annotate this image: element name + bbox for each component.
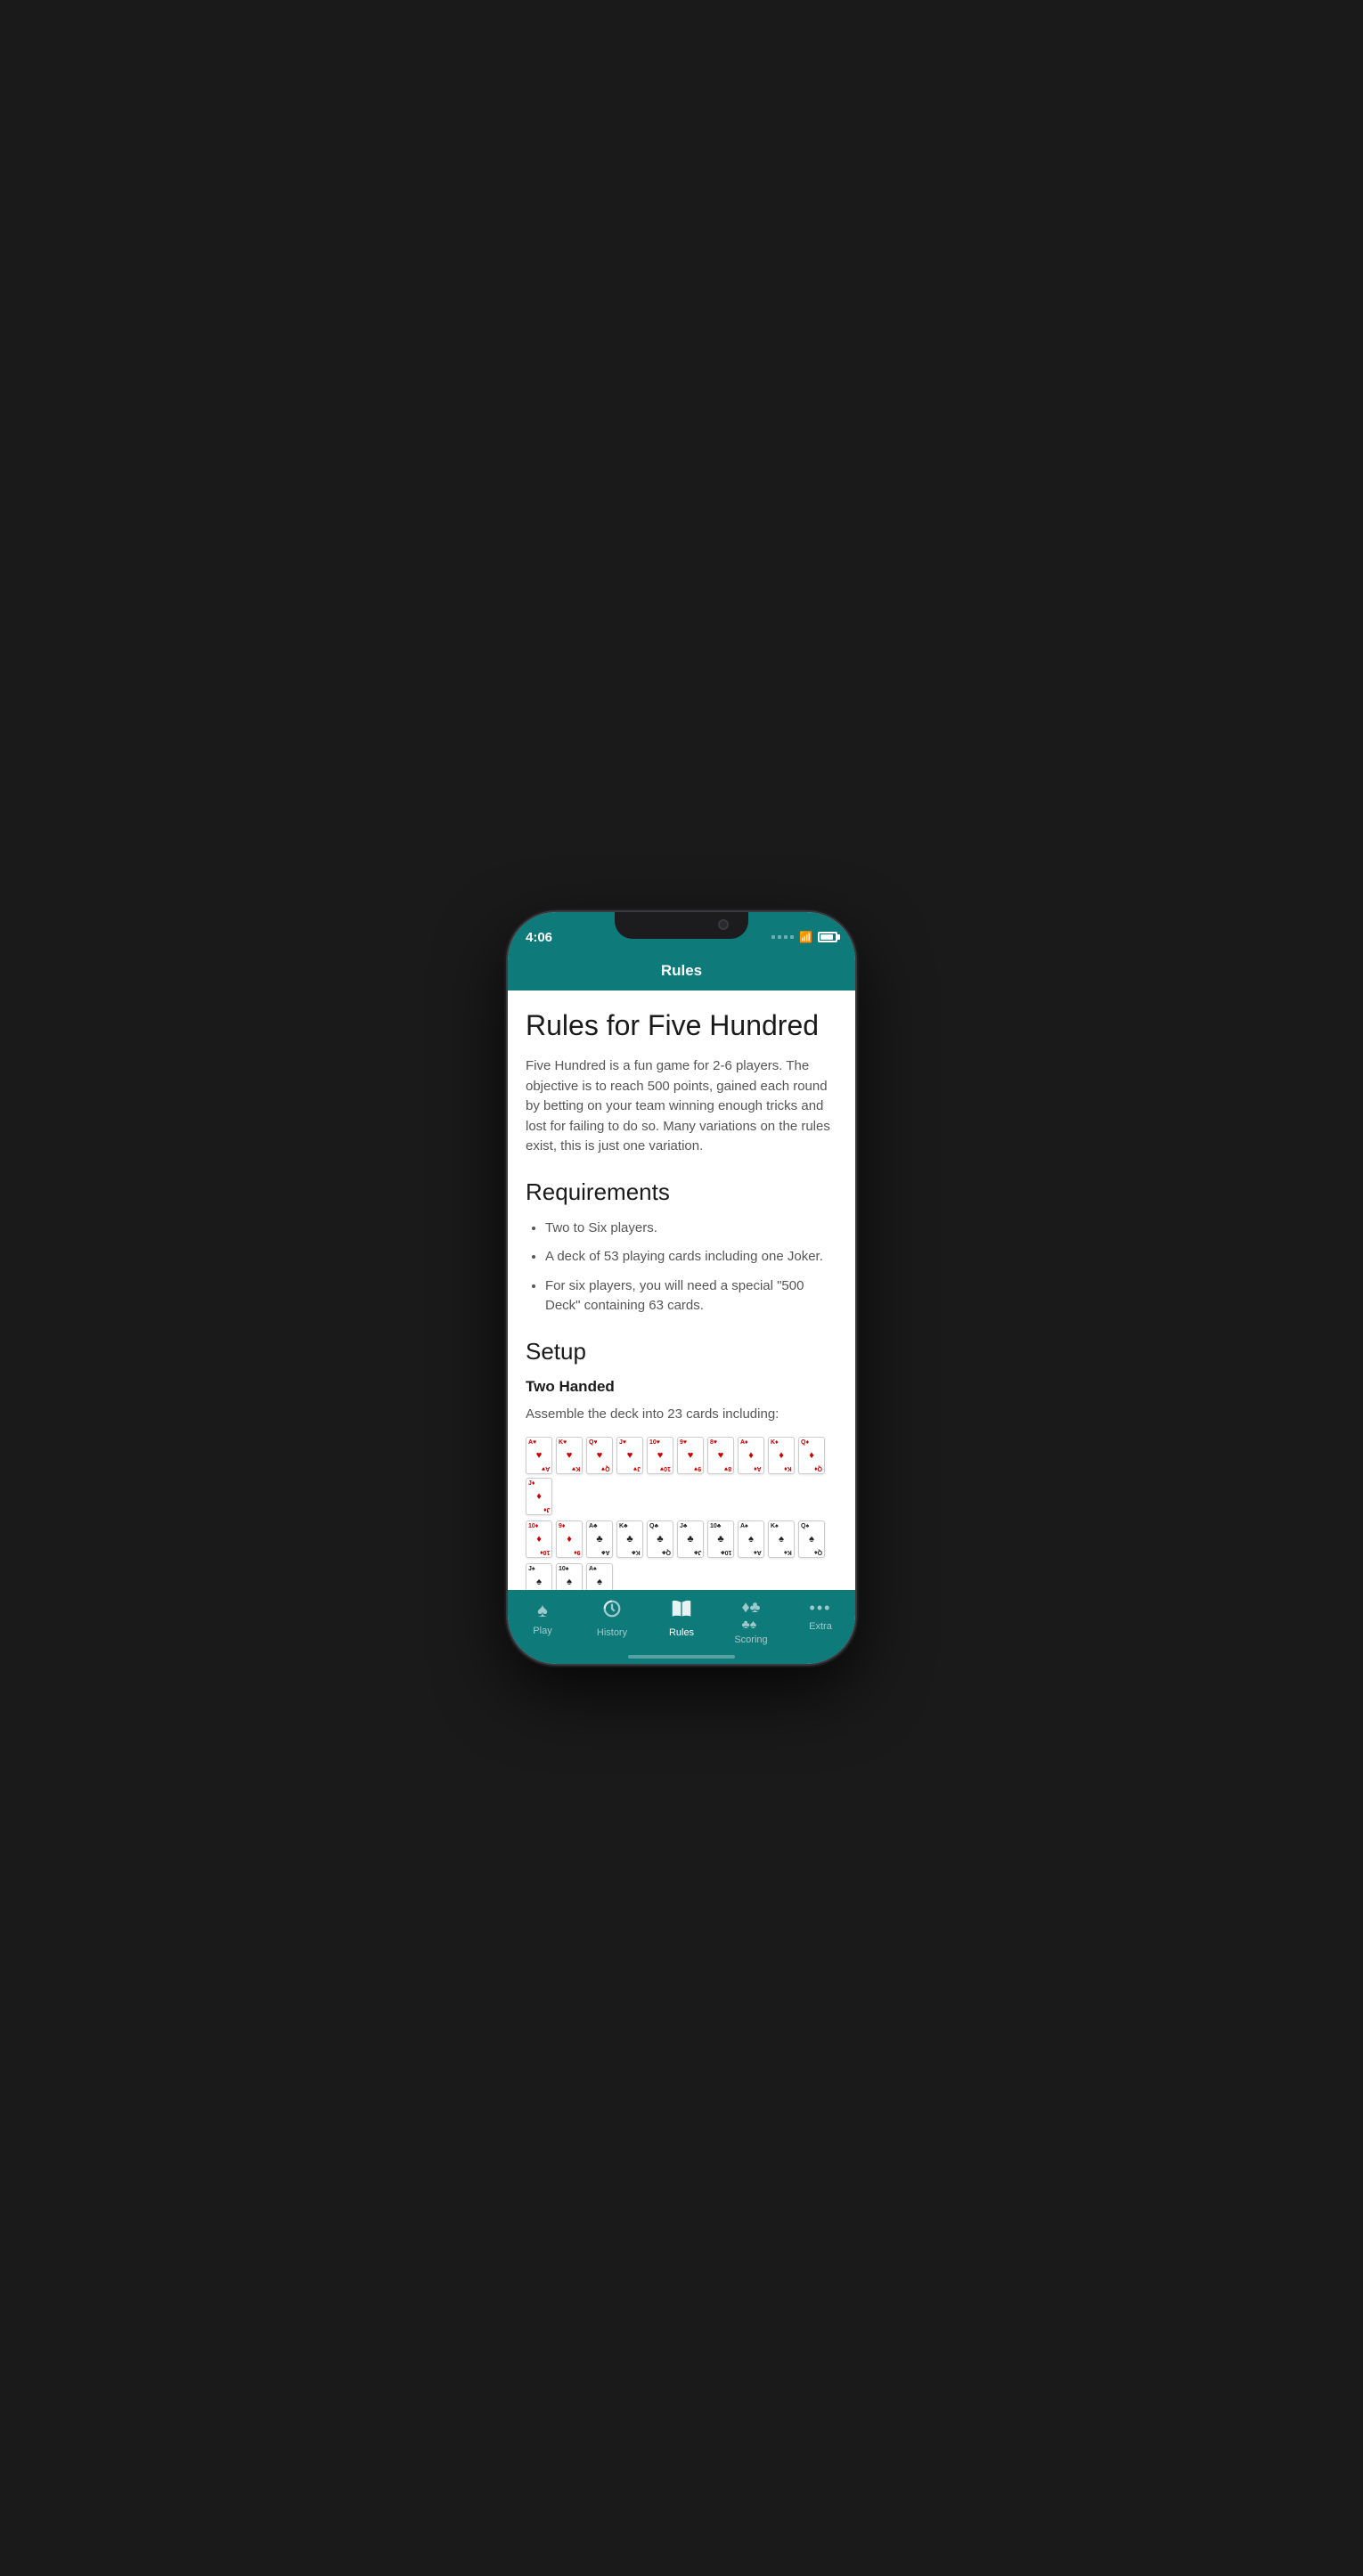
list-item: A deck of 53 playing cards including one…: [545, 1247, 837, 1268]
playing-card: A♠ ♠ A♠: [586, 1563, 613, 1590]
playing-card: J♥ ♥ J♥: [616, 1437, 643, 1474]
list-item: For six players, you will need a special…: [545, 1276, 837, 1317]
tab-scoring-label: Scoring: [734, 1634, 767, 1645]
phone-screen: 4:06 📶 Rules Rules for Five Hundred: [508, 912, 855, 1664]
status-time: 4:06: [526, 919, 552, 945]
playing-card: 9♥ ♥ 9♥: [677, 1437, 704, 1474]
playing-card: A♥ ♥ A♥: [526, 1437, 552, 1474]
cards-row-2: 10♦ ♦ 10♦ 9♦ ♦ 9♦ A♣ ♣ A♣ K♣: [526, 1520, 837, 1558]
playing-card: A♦ ♦ A♦: [738, 1437, 764, 1474]
list-item: Two to Six players.: [545, 1219, 837, 1239]
playing-card: 10♣ ♣ 10♣: [707, 1520, 734, 1558]
cards-row-3: J♠ ♠ J♠ 10♠ ♠ 10♠ A♠ ♠ A♠: [526, 1563, 837, 1590]
playing-card: A♣ ♣ A♣: [586, 1520, 613, 1558]
tab-bar: ♠ Play History: [508, 1590, 855, 1664]
playing-card: Q♣ ♣ Q♣: [647, 1520, 673, 1558]
tab-scoring[interactable]: ♦♣♣♠ Scoring: [716, 1599, 786, 1645]
battery-icon: [818, 932, 837, 942]
history-icon: [602, 1599, 622, 1624]
playing-card: 10♠ ♠ 10♠: [556, 1563, 583, 1590]
playing-card: A♠ ♠ A♠: [738, 1520, 764, 1558]
tab-rules[interactable]: Rules: [647, 1599, 716, 1638]
playing-card: 8♥ ♥ 8♥: [707, 1437, 734, 1474]
playing-card: 9♦ ♦ 9♦: [556, 1520, 583, 1558]
tab-history[interactable]: History: [577, 1599, 647, 1638]
tab-extra-label: Extra: [809, 1621, 832, 1632]
tab-play-label: Play: [533, 1626, 551, 1636]
tab-play[interactable]: ♠ Play: [508, 1599, 577, 1636]
playing-card: J♦ ♦ J♦: [526, 1478, 552, 1515]
playing-card: 10♦ ♦ 10♦: [526, 1520, 552, 1558]
playing-card: K♥ ♥ K♥: [556, 1437, 583, 1474]
playing-card: Q♥ ♥ Q♥: [586, 1437, 613, 1474]
camera: [718, 919, 729, 930]
playing-card: K♦ ♦ K♦: [768, 1437, 795, 1474]
playing-card: 10♥ ♥ 10♥: [647, 1437, 673, 1474]
playing-card: K♣ ♣ K♣: [616, 1520, 643, 1558]
playing-card: J♣ ♣ J♣: [677, 1520, 704, 1558]
setup-title: Setup: [526, 1338, 837, 1365]
signal-icon: [771, 935, 794, 939]
notch: [615, 912, 748, 939]
status-icons: 📶: [771, 920, 837, 943]
tab-extra[interactable]: ••• Extra: [786, 1599, 855, 1632]
phone-frame: 4:06 📶 Rules Rules for Five Hundred: [508, 912, 855, 1664]
page-title: Rules for Five Hundred: [526, 1008, 837, 1042]
requirements-title: Requirements: [526, 1178, 837, 1206]
home-indicator: [628, 1655, 735, 1659]
extra-icon: •••: [810, 1599, 832, 1618]
playing-card: Q♠ ♠ Q♠: [798, 1520, 825, 1558]
play-icon: ♠: [537, 1599, 548, 1622]
requirements-list: Two to Six players. A deck of 53 playing…: [526, 1219, 837, 1317]
setup-text: Assemble the deck into 23 cards includin…: [526, 1405, 837, 1425]
playing-card: Q♦ ♦ Q♦: [798, 1437, 825, 1474]
tab-history-label: History: [597, 1627, 627, 1638]
tab-rules-label: Rules: [669, 1627, 694, 1638]
rules-icon: [671, 1599, 692, 1624]
playing-card: J♠ ♠ J♠: [526, 1563, 552, 1590]
wifi-icon: 📶: [799, 931, 812, 943]
intro-text: Five Hundred is a fun game for 2-6 playe…: [526, 1056, 837, 1157]
content-area[interactable]: Rules for Five Hundred Five Hundred is a…: [508, 990, 855, 1590]
scoring-icon: ♦♣♣♠: [742, 1599, 761, 1631]
nav-title: Rules: [661, 962, 702, 980]
playing-card: K♠ ♠ K♠: [768, 1520, 795, 1558]
setup-sub: Two Handed: [526, 1378, 837, 1396]
cards-row-1: A♥ ♥ A♥ K♥ ♥ K♥ Q♥ ♥ Q♥ J♥: [526, 1437, 837, 1515]
navigation-bar: Rules: [508, 951, 855, 990]
